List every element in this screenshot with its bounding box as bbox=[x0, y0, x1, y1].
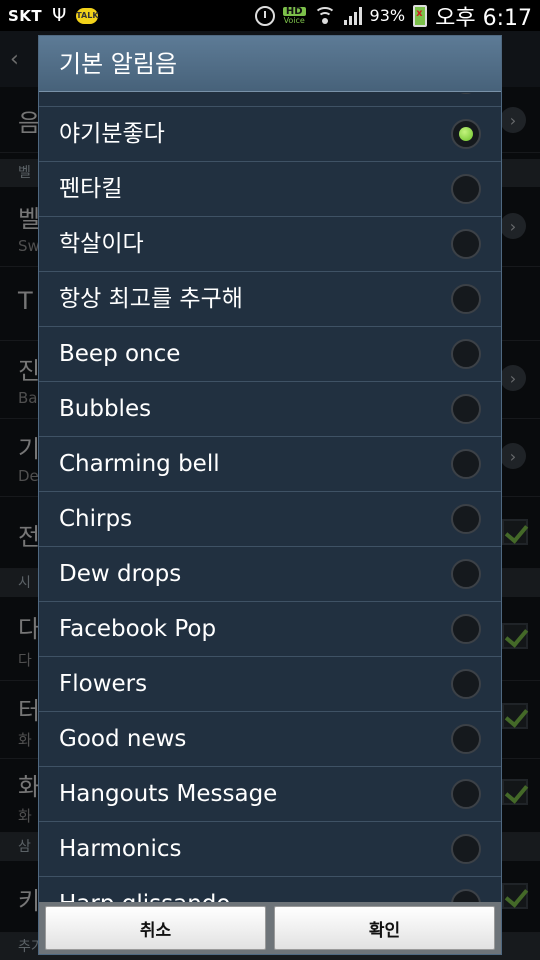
list-item[interactable]: Good news bbox=[39, 712, 501, 767]
talk-icon: TALK bbox=[76, 7, 99, 24]
radio-button[interactable] bbox=[451, 229, 481, 259]
radio-button[interactable] bbox=[451, 174, 481, 204]
list-item[interactable]: Chirps bbox=[39, 492, 501, 547]
radio-button[interactable] bbox=[451, 284, 481, 314]
radio-button[interactable] bbox=[451, 724, 481, 754]
list-item-label: Chirps bbox=[59, 506, 133, 532]
radio-button[interactable] bbox=[451, 339, 481, 369]
radio-button-selected[interactable] bbox=[451, 119, 481, 149]
list-item[interactable]: Harmonics bbox=[39, 822, 501, 877]
list-item[interactable] bbox=[39, 93, 501, 107]
radio-button[interactable] bbox=[451, 779, 481, 809]
dialog-title: 기본 알림음 bbox=[39, 36, 501, 92]
hd-voice-label: Voice bbox=[283, 15, 305, 25]
list-item-label: 펜타킬 bbox=[59, 176, 123, 202]
list-item[interactable]: 항상 최고를 추구해 bbox=[39, 272, 501, 327]
carrier-label: SKT bbox=[8, 6, 43, 25]
ringtone-dialog: 기본 알림음 야기분좋다 펜타킬 학살이다 항상 최고를 추구해 Beep on… bbox=[38, 35, 502, 955]
list-item[interactable]: Dew drops bbox=[39, 547, 501, 602]
list-item-label: Harp glissando bbox=[59, 877, 230, 903]
radio-button[interactable] bbox=[451, 669, 481, 699]
list-item-label: Charming bell bbox=[59, 451, 220, 477]
clock: 오후 6:17 bbox=[435, 5, 532, 31]
radio-button[interactable] bbox=[451, 93, 481, 94]
list-item[interactable]: 펜타킬 bbox=[39, 162, 501, 217]
list-item[interactable]: Charming bell bbox=[39, 437, 501, 492]
list-item-label: Hangouts Message bbox=[59, 781, 278, 807]
radio-button[interactable] bbox=[451, 394, 481, 424]
list-item[interactable]: Hangouts Message bbox=[39, 767, 501, 822]
signal-icon bbox=[343, 6, 362, 25]
ringtone-list-content: 야기분좋다 펜타킬 학살이다 항상 최고를 추구해 Beep once Bubb… bbox=[39, 93, 501, 903]
usb-icon: Ψ bbox=[52, 5, 67, 26]
list-item-label: Facebook Pop bbox=[59, 616, 217, 642]
list-item-label: Beep once bbox=[59, 341, 181, 367]
list-item-label: Dew drops bbox=[59, 561, 182, 587]
dialog-button-bar: 취소 확인 bbox=[39, 902, 501, 954]
list-item[interactable]: Harp glissando bbox=[39, 877, 501, 903]
radio-button[interactable] bbox=[451, 559, 481, 589]
radio-button[interactable] bbox=[451, 614, 481, 644]
battery-percent: 93% bbox=[369, 6, 406, 25]
radio-button[interactable] bbox=[451, 889, 481, 903]
battery-icon bbox=[413, 4, 428, 27]
list-item[interactable]: Flowers bbox=[39, 657, 501, 712]
ringtone-list[interactable]: 야기분좋다 펜타킬 학살이다 항상 최고를 추구해 Beep once Bubb… bbox=[39, 93, 501, 903]
list-item[interactable]: Facebook Pop bbox=[39, 602, 501, 657]
radio-button[interactable] bbox=[451, 449, 481, 479]
confirm-button[interactable]: 확인 bbox=[274, 906, 495, 950]
cancel-button[interactable]: 취소 bbox=[45, 906, 266, 950]
wifi-icon bbox=[313, 6, 336, 25]
list-item-label: Flowers bbox=[59, 671, 148, 697]
hd-voice-icon: HD Voice bbox=[282, 6, 306, 25]
list-item-label: 야기분좋다 bbox=[59, 121, 165, 147]
list-item-label: Good news bbox=[59, 726, 187, 752]
alarm-icon bbox=[254, 5, 275, 26]
list-item-label: 항상 최고를 추구해 bbox=[59, 286, 243, 312]
list-item[interactable]: 야기분좋다 bbox=[39, 107, 501, 162]
screen: SKT Ψ TALK HD Voice 93% 오후 6:17 bbox=[0, 0, 540, 960]
hd-label: HD bbox=[282, 6, 306, 16]
list-item-label: Harmonics bbox=[59, 836, 182, 862]
radio-button[interactable] bbox=[451, 504, 481, 534]
radio-button[interactable] bbox=[451, 834, 481, 864]
list-item-label: 학살이다 bbox=[59, 231, 144, 257]
list-item[interactable]: Beep once bbox=[39, 327, 501, 382]
list-item[interactable]: 학살이다 bbox=[39, 217, 501, 272]
list-item[interactable]: Bubbles bbox=[39, 382, 501, 437]
list-item-label: Bubbles bbox=[59, 396, 152, 422]
status-bar: SKT Ψ TALK HD Voice 93% 오후 6:17 bbox=[0, 0, 540, 31]
